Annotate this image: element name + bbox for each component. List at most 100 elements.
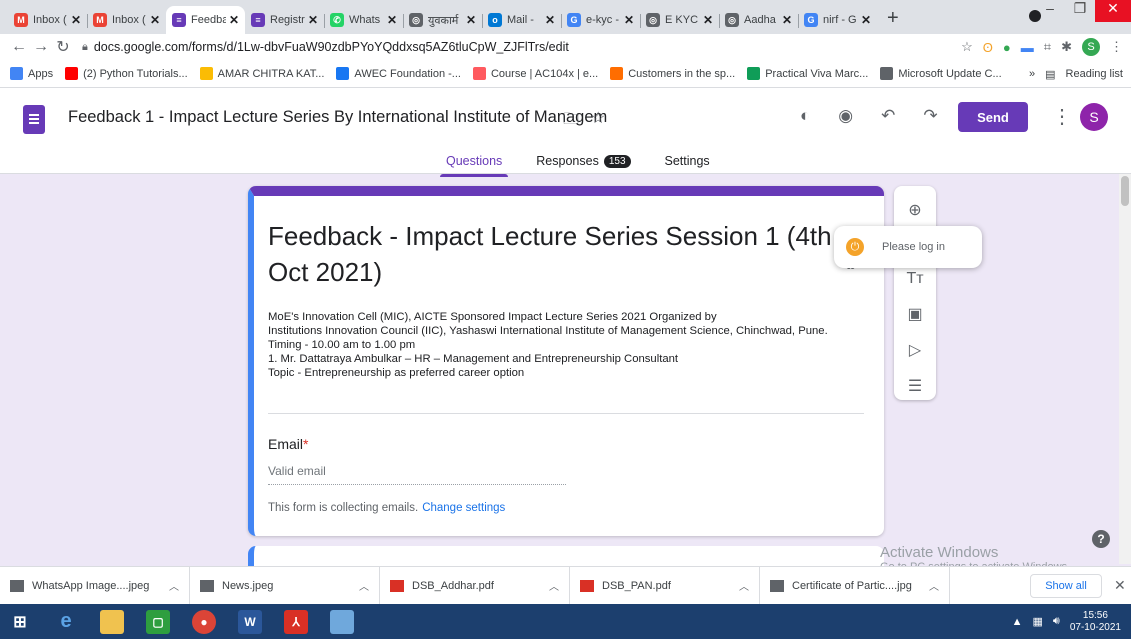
help-icon[interactable]: ?	[1092, 530, 1110, 548]
tab-close-icon[interactable]: ✕	[545, 13, 555, 27]
taskbar-chrome[interactable]: ●	[184, 604, 224, 639]
undo-icon[interactable]: ↶	[881, 106, 895, 126]
disable-extension-icon[interactable]: ▬	[1021, 40, 1034, 55]
form-description[interactable]: MoE's Innovation Cell (MIC), AICTE Spons…	[268, 310, 878, 380]
reload-icon[interactable]: ↻	[52, 37, 74, 57]
tray-arrow-icon[interactable]: ▲	[1012, 616, 1023, 628]
browser-tab[interactable]: M Inbox (✕	[8, 6, 87, 34]
download-item[interactable]: Certificate of Partic....jpg ︿	[760, 566, 950, 605]
back-icon[interactable]: ←	[8, 38, 30, 56]
taskbar-explorer[interactable]	[92, 604, 132, 639]
tab-close-icon[interactable]: ✕	[308, 13, 318, 27]
tab-close-icon[interactable]: ✕	[703, 13, 713, 27]
taskbar-word[interactable]: W	[230, 604, 270, 639]
new-tab-button[interactable]: +	[877, 7, 909, 34]
folder-icon[interactable]: 🗀︎	[563, 108, 579, 135]
menu-icon[interactable]: ⋮	[1110, 39, 1123, 55]
tab-close-icon[interactable]: ✕	[150, 13, 160, 27]
tab-close-icon[interactable]: ✕	[229, 13, 239, 27]
tab-close-icon[interactable]: ✕	[466, 13, 476, 27]
browser-tab[interactable]: Ge-kyc - ✕	[561, 6, 640, 34]
grammarly-extension-icon[interactable]: ʘ	[983, 40, 993, 55]
add-video-icon[interactable]: ▷	[909, 340, 921, 360]
minimize-icon[interactable]: –	[1035, 0, 1065, 22]
taskbar-ie[interactable]: e	[46, 604, 86, 639]
profile-avatar[interactable]: S	[1082, 38, 1100, 56]
bookmark-item[interactable]: Customers in the sp...	[610, 67, 735, 80]
clock[interactable]: 15:56 07-10-2021	[1070, 610, 1121, 634]
bookmark-item[interactable]: AWEC Foundation -...	[336, 67, 461, 80]
send-button[interactable]: Send	[958, 102, 1028, 132]
browser-tab[interactable]: ◎ युवकार्म ✕	[403, 6, 482, 34]
more-options-icon[interactable]: ⋮	[1052, 104, 1072, 129]
download-item[interactable]: News.jpeg ︿	[190, 566, 380, 605]
chevron-up-icon[interactable]: ︿	[739, 578, 749, 593]
network-icon[interactable]: ▦	[1033, 615, 1043, 628]
preview-eye-icon[interactable]: ◉	[838, 106, 853, 126]
taskbar-acrobat[interactable]: ⅄	[276, 604, 316, 639]
extension-icon[interactable]: ●	[1003, 40, 1011, 55]
user-avatar[interactable]: S	[1080, 103, 1108, 131]
browser-tab[interactable]: Gnirf - G ✕	[798, 6, 877, 34]
url-bar[interactable]: 🔒︎ docs.google.com/forms/d/1Lw-dbvFuaW90…	[82, 36, 953, 58]
bookmark-item[interactable]: Microsoft Update C...	[880, 67, 1002, 80]
chevron-up-icon[interactable]: ︿	[359, 578, 369, 593]
tab-responses[interactable]: Responses 153	[530, 150, 636, 177]
browser-tab[interactable]: M Inbox (✕	[87, 6, 166, 34]
star-icon[interactable]: ☆	[961, 39, 973, 55]
tab-close-icon[interactable]: ✕	[387, 13, 397, 27]
browser-tab[interactable]: ◎ E KYC (✕	[640, 6, 719, 34]
redo-icon[interactable]: ↷	[923, 106, 937, 126]
close-window-icon[interactable]: ✕	[1095, 0, 1131, 22]
taskbar-photos[interactable]	[322, 604, 362, 639]
page-scrollbar[interactable]	[1119, 174, 1131, 564]
download-item[interactable]: WhatsApp Image....jpeg ︿	[0, 566, 190, 605]
forward-icon[interactable]: →	[30, 38, 52, 56]
add-image-icon[interactable]: ▣	[907, 304, 922, 324]
browser-tab[interactable]: o Mail - ✕	[482, 6, 561, 34]
add-question-icon[interactable]: ⊕	[908, 200, 921, 220]
crop-extension-icon[interactable]: ⌗	[1044, 39, 1051, 55]
start-button[interactable]: ⊞	[0, 604, 40, 639]
close-downloads-icon[interactable]: ✕	[1114, 577, 1126, 594]
tab-questions[interactable]: Questions	[440, 150, 509, 177]
bookmark-item[interactable]: Apps	[10, 67, 53, 80]
tab-close-icon[interactable]: ✕	[71, 13, 81, 27]
browser-tab[interactable]: ✆ Whats ✕	[324, 6, 403, 34]
show-all-button[interactable]: Show all	[1030, 574, 1102, 598]
bookmark-item[interactable]: (2) Python Tutorials...	[65, 67, 188, 80]
browser-tab[interactable]: ◎ Aadha ✕	[719, 6, 798, 34]
volume-icon[interactable]: 🔊︎	[1053, 615, 1060, 628]
tab-close-icon[interactable]: ✕	[624, 13, 634, 27]
bookmark-item[interactable]: Course | AC104x | e...	[472, 67, 598, 80]
tab-title: e-kyc -	[586, 14, 619, 26]
document-title[interactable]: Feedback 1 - Impact Lecture Series By In…	[68, 108, 607, 127]
google-forms-logo[interactable]	[23, 105, 45, 134]
bookmarks-more-icon[interactable]: »	[1029, 68, 1035, 80]
change-settings-link[interactable]: Change settings	[422, 502, 505, 514]
download-item[interactable]: DSB_PAN.pdf ︿	[570, 566, 760, 605]
chevron-up-icon[interactable]: ︿	[929, 578, 939, 593]
download-item[interactable]: DSB_Addhar.pdf ︿	[380, 566, 570, 605]
taskbar-store[interactable]: ▢	[138, 604, 178, 639]
chevron-up-icon[interactable]: ︿	[549, 578, 559, 593]
bookmark-item[interactable]: AMAR CHITRA KAT...	[199, 67, 324, 80]
bookmark-item[interactable]: Practical Viva Marc...	[747, 67, 868, 80]
tab-close-icon[interactable]: ✕	[782, 13, 792, 27]
email-field[interactable]: Valid email	[268, 464, 566, 485]
login-popup[interactable]: ⏻ Please log in	[834, 226, 982, 268]
add-title-icon[interactable]: Tт	[906, 270, 923, 288]
restore-icon[interactable]: ❐	[1065, 0, 1095, 22]
palette-icon[interactable]: ◐	[800, 106, 810, 126]
puzzle-icon[interactable]: ✱	[1061, 39, 1072, 55]
chevron-up-icon[interactable]: ︿	[169, 578, 179, 593]
reading-list-icon[interactable]: ▤	[1045, 68, 1055, 81]
tab-close-icon[interactable]: ✕	[861, 13, 871, 27]
add-section-icon[interactable]: ☰	[908, 376, 922, 396]
browser-tab[interactable]: ≡ Registr ✕	[245, 6, 324, 34]
tab-settings[interactable]: Settings	[659, 150, 716, 177]
browser-tab[interactable]: ≡ Feedba ✕	[166, 6, 245, 34]
star-icon[interactable]: ☆	[591, 108, 605, 135]
form-title[interactable]: Feedback - Impact Lecture Series Session…	[268, 218, 848, 290]
reading-list-label[interactable]: Reading list	[1066, 68, 1123, 80]
